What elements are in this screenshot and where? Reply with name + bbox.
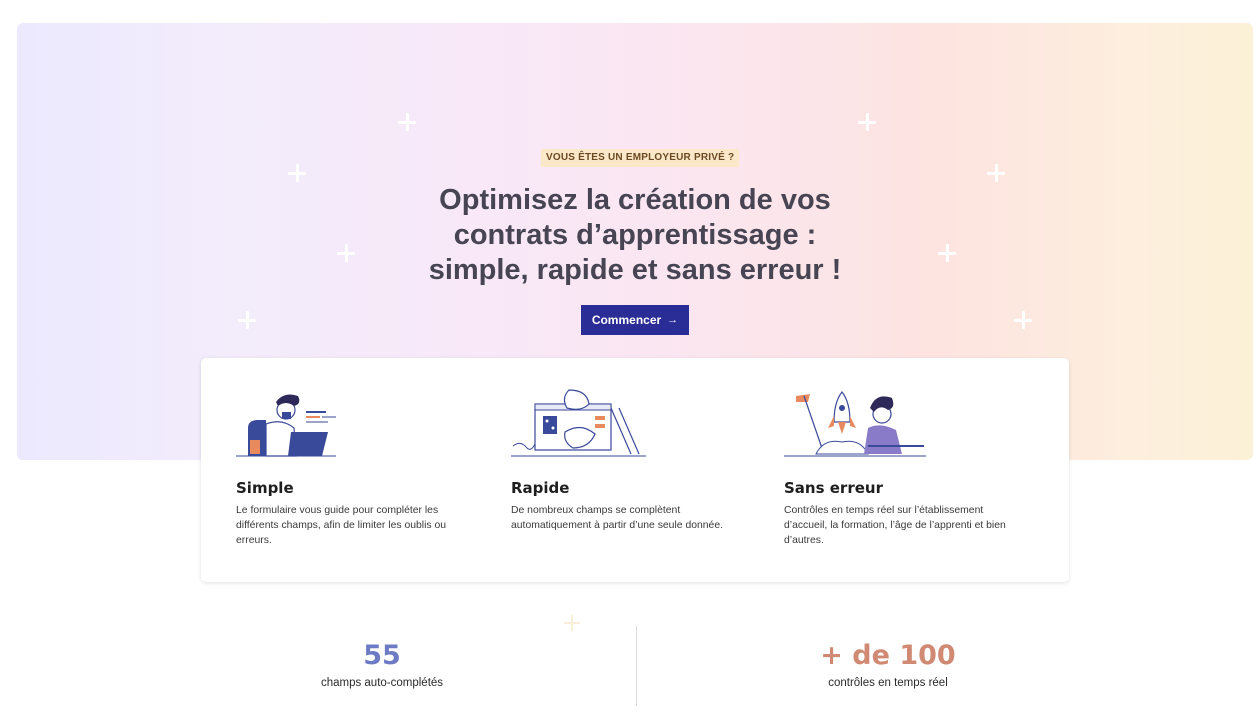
sparkle-icon [398, 113, 416, 131]
feature-title: Sans erreur [784, 479, 883, 497]
feature-description: De nombreux champs se complètent automat… [511, 505, 723, 531]
sparkle-icon [564, 615, 580, 631]
sparkle-icon [238, 311, 256, 329]
feature-title: Rapide [511, 479, 570, 497]
start-button-label: Commencer [591, 313, 662, 327]
sparkle-icon [1014, 311, 1032, 329]
features-card: Simple Le formulaire vous guide pour com… [201, 358, 1069, 582]
stat-label-autocompleted: champs auto-complétés [320, 677, 444, 689]
page-title: Optimisez la création de vos contrats d’… [380, 183, 890, 288]
stat-label-controls: contrôles en temps réel [828, 677, 948, 689]
title-line: simple, rapide et sans erreur ! [428, 254, 842, 286]
sparkle-icon [987, 164, 1005, 182]
sparkle-icon [938, 244, 956, 262]
stat-value-controls: + de 100 [820, 640, 956, 671]
rocket-person-illustration [784, 391, 926, 457]
feature-description: Contrôles en temps réel sur l’établissem… [784, 505, 1006, 546]
sparkle-icon [337, 244, 355, 262]
dashboard-hands-illustration [511, 389, 646, 457]
title-line: Optimisez la création de vos [439, 184, 831, 216]
start-button[interactable]: Commencer → [581, 305, 689, 335]
arrow-right-icon: → [667, 314, 679, 326]
sparkle-icon [858, 113, 876, 131]
stats-divider [636, 626, 637, 706]
feature-description: Le formulaire vous guide pour compléter … [236, 505, 447, 546]
stat-value-autocompleted: 55 [363, 640, 401, 671]
person-laptop-illustration [236, 394, 336, 457]
sparkle-icon [288, 164, 306, 182]
employer-eyebrow-tag: VOUS ÊTES UN EMPLOYEUR PRIVÉ ? [541, 149, 740, 167]
feature-title: Simple [236, 479, 294, 497]
title-line: contrats d’apprentissage : [453, 219, 817, 251]
